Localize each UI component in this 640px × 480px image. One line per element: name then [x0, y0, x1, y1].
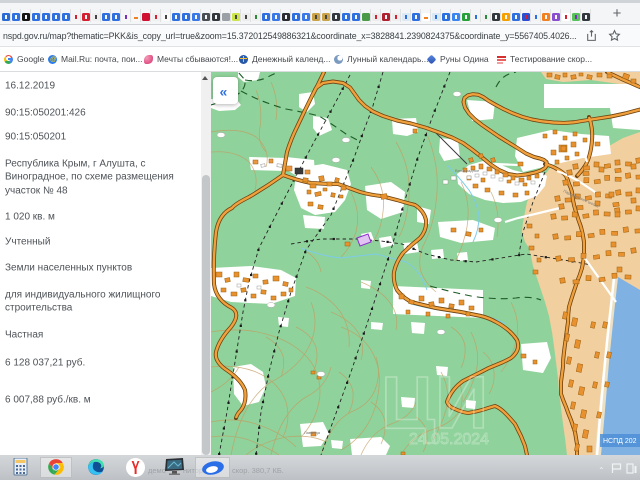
svg-text:НСПД 202: НСПД 202 [603, 438, 637, 445]
svg-text:24.05.2024: 24.05.2024 [409, 431, 489, 448]
svg-text:Виноградное: Виноградное [455, 168, 480, 173]
svg-text:Лаванда: Лаванда [304, 430, 321, 435]
svg-text:«: « [220, 84, 228, 100]
